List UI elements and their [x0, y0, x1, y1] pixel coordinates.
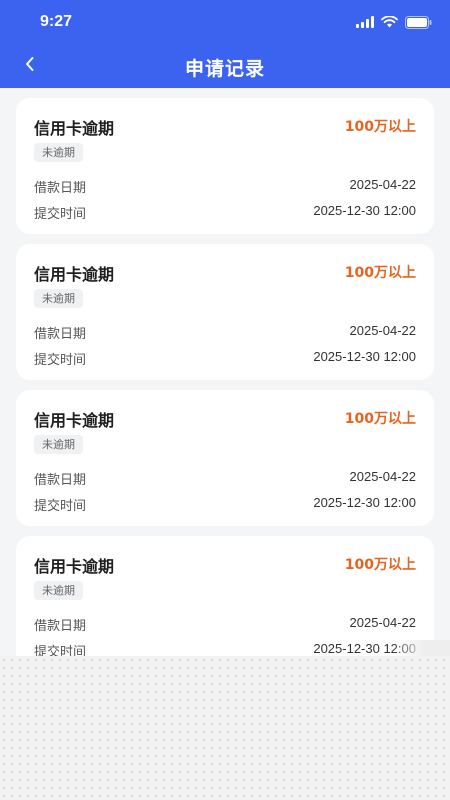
- status-badge: 未逾期: [34, 143, 83, 162]
- status-bar: 9:27: [0, 0, 450, 44]
- record-amount: 100万以上: [344, 119, 416, 135]
- loan-date-label: 借款日期: [34, 473, 87, 488]
- record-list: 信用卡逾期 100万以上 未逾期 借款日期 2025-04-22 提交时间 20…: [16, 98, 434, 682]
- submit-time-label: 提交时间: [34, 499, 87, 514]
- record-title: 信用卡逾期: [34, 265, 115, 284]
- loan-date-value: 2025-04-22: [349, 615, 417, 630]
- submit-time-value: 2025-12-30 12:00: [313, 349, 416, 364]
- nav-bar: 申请记录: [0, 44, 450, 88]
- loan-date-label: 借款日期: [34, 327, 87, 342]
- page-title: 申请记录: [184, 58, 265, 80]
- signal-icon: [356, 16, 374, 28]
- record-title: 信用卡逾期: [34, 557, 115, 576]
- submit-time-value: 2025-12-30 12:00: [313, 203, 416, 218]
- battery-icon: [405, 15, 432, 29]
- loan-date-value: 2025-04-22: [349, 469, 417, 484]
- status-badge: 未逾期: [34, 289, 83, 308]
- loan-date-value: 2025-04-22: [349, 323, 417, 338]
- record-title: 信用卡逾期: [34, 411, 115, 430]
- status-time: 9:27: [40, 13, 73, 30]
- submit-time-value: 2025-12-30 12:00: [313, 495, 416, 510]
- record-amount: 100万以上: [344, 557, 416, 573]
- submit-time-label: 提交时间: [34, 353, 87, 368]
- dotted-overlay: [0, 656, 450, 800]
- status-badge: 未逾期: [34, 581, 83, 600]
- loan-date-label: 借款日期: [34, 619, 87, 634]
- record-amount: 100万以上: [344, 411, 416, 427]
- record-card[interactable]: 信用卡逾期 100万以上 未逾期 借款日期 2025-04-22 提交时间 20…: [16, 390, 434, 526]
- header: 9:27 申请记录: [0, 0, 450, 88]
- record-card[interactable]: 信用卡逾期 100万以上 未逾期 借款日期 2025-04-22 提交时间 20…: [16, 536, 434, 672]
- overlay-fade: [392, 640, 450, 656]
- record-card[interactable]: 信用卡逾期 100万以上 未逾期 借款日期 2025-04-22 提交时间 20…: [16, 98, 434, 234]
- record-amount: 100万以上: [344, 265, 416, 281]
- status-icons: [356, 15, 432, 29]
- submit-time-label: 提交时间: [34, 207, 87, 222]
- wifi-icon: [381, 16, 398, 28]
- loan-date-label: 借款日期: [34, 181, 87, 196]
- record-card[interactable]: 信用卡逾期 100万以上 未逾期 借款日期 2025-04-22 提交时间 20…: [16, 244, 434, 380]
- record-title: 信用卡逾期: [34, 119, 115, 138]
- loan-date-value: 2025-04-22: [349, 177, 417, 192]
- status-badge: 未逾期: [34, 435, 83, 454]
